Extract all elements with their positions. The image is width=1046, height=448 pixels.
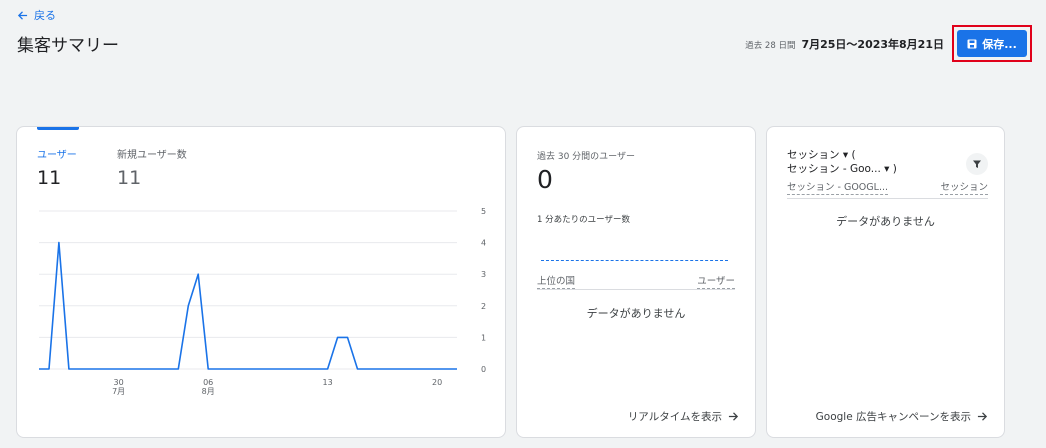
x-tick-month-label: 8月 (202, 387, 215, 396)
y-tick-label: 2 (481, 302, 486, 311)
realtime-title: 過去 30 分間のユーザー (537, 152, 635, 162)
date-range-value: 7月25日～2023年8月21日 (801, 38, 944, 51)
sessions-table-header: セッション - GOOGL... セッション (787, 179, 988, 195)
x-tick-label: 06 (203, 378, 213, 387)
x-tick-month-label: 7月 (112, 387, 125, 396)
filter-icon (973, 160, 981, 168)
view-realtime-link[interactable]: リアルタイムを表示 (628, 409, 739, 424)
filter-button[interactable] (966, 153, 988, 175)
sessions-card: セッション ▾ ( セッション - Goo... ▾ ) セッション - GOO… (766, 126, 1005, 438)
save-icon (967, 39, 977, 48)
save-button[interactable]: 保存... (957, 30, 1027, 57)
column-header-users: ユーザー (697, 273, 735, 289)
column-header-sessions: セッション (940, 179, 988, 195)
arrow-right-icon (977, 412, 988, 421)
save-button-highlight: 保存... (952, 25, 1032, 62)
realtime-card: 過去 30 分間のユーザー 0 1 分あたりのユーザー数 上位の国 ユーザー デ… (516, 126, 756, 438)
arrow-left-icon (17, 10, 28, 20)
sub-dimension-selector[interactable]: セッション - Goo... ▾ ) (787, 161, 897, 176)
back-link[interactable]: 戻る (17, 7, 56, 23)
y-tick-label: 0 (481, 365, 486, 374)
back-label: 戻る (34, 9, 56, 22)
y-tick-label: 1 (481, 333, 486, 342)
page-title: 集客サマリー (17, 36, 119, 56)
x-tick-label: 30 (114, 378, 124, 387)
link-label: Google 広告キャンペーンを表示 (815, 411, 971, 423)
date-preset-label: 過去 28 日間 (745, 41, 796, 51)
save-button-label: 保存... (982, 37, 1017, 51)
dimension-selector[interactable]: セッション ▾ ( (787, 147, 856, 162)
no-data-message: データがありません (586, 307, 686, 320)
no-data-message: データがありません (836, 215, 935, 228)
x-tick-label: 13 (323, 378, 333, 387)
y-tick-label: 4 (481, 239, 486, 248)
link-label: リアルタイムを表示 (627, 411, 722, 423)
date-range-selector[interactable]: 過去 28 日間 7月25日～2023年8月21日 (745, 36, 944, 52)
users-line-chart: 0 1 2 3 4 5 307月 068月 13 20 (39, 207, 486, 396)
divider (537, 289, 735, 290)
realtime-value: 0 (537, 165, 553, 194)
y-tick-label: 3 (481, 270, 486, 279)
x-tick-label: 20 (432, 378, 442, 387)
view-google-ads-link[interactable]: Google 広告キャンペーンを表示 (816, 409, 988, 424)
divider (787, 198, 988, 199)
per-minute-sparkline (541, 260, 728, 261)
overview-card: ユーザー 11 新規ユーザー数 11 0 1 2 3 4 5 30 7月 06 8月 13 20 (16, 126, 506, 438)
y-tick-label: 5 (481, 207, 486, 216)
realtime-table-header: 上位の国 ユーザー (537, 273, 735, 289)
per-minute-label: 1 分あたりのユーザー数 (537, 215, 630, 225)
arrow-right-icon (728, 412, 739, 421)
column-header-country: 上位の国 (537, 273, 576, 289)
column-header-dimension: セッション - GOOGL... (787, 179, 888, 195)
